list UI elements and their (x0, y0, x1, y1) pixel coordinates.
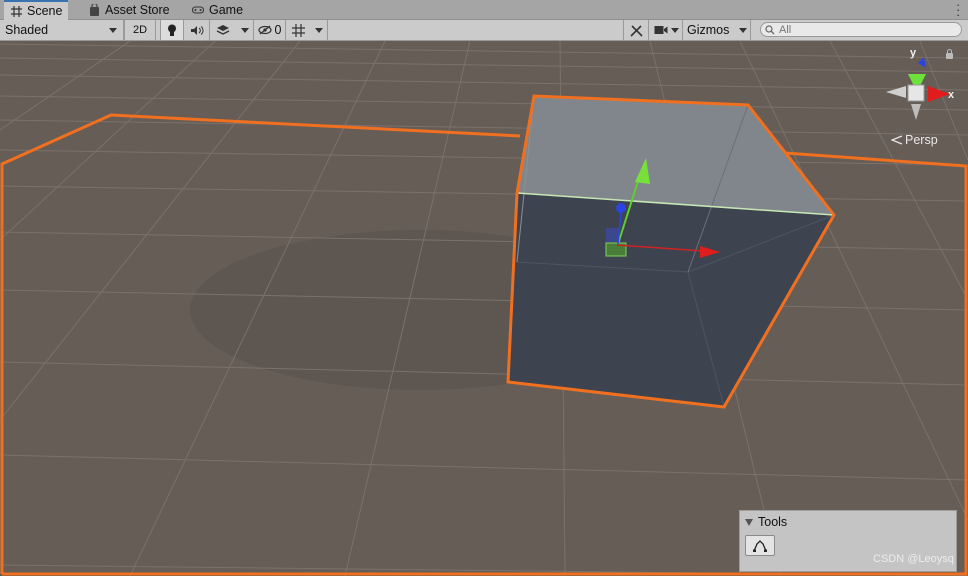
hidden-count: 0 (274, 23, 282, 37)
lightbulb-icon (168, 24, 176, 36)
grid-icon (10, 5, 22, 17)
projection-toggle[interactable]: Persp (891, 133, 938, 147)
speaker-icon (190, 25, 203, 35)
gizmos-dropdown[interactable] (735, 20, 751, 40)
chevron-down-icon (671, 28, 679, 33)
chevron-down-icon (739, 28, 747, 33)
scene-toolbar: Shaded 2D 0 Gizmos All (0, 20, 968, 41)
edit-collider-button[interactable] (745, 535, 775, 556)
chevron-down-icon (241, 28, 249, 33)
effects-dropdown[interactable] (236, 20, 254, 40)
grid-dropdown[interactable] (310, 20, 328, 40)
camera-icon (654, 26, 668, 34)
bag-icon (88, 3, 100, 16)
more-options-icon[interactable]: · · · (956, 0, 960, 21)
axis-y-label: y (910, 47, 917, 59)
hidden-eye-icon (257, 25, 272, 35)
tab-asset-store[interactable]: Asset Store (82, 0, 176, 19)
chevron-down-icon (315, 28, 323, 33)
tab-scene-label: Scene (27, 4, 63, 18)
draw-mode-label: Shaded (5, 23, 49, 37)
scene-viewport[interactable]: y x Persp (0, 41, 968, 576)
layers-icon (216, 25, 230, 35)
scene-search-input[interactable]: All (760, 22, 962, 37)
lighting-toggle[interactable] (160, 20, 184, 40)
editor-tab-bar: Scene Asset Store Game · · · (0, 0, 968, 21)
tools-overlay-title: Tools (758, 515, 788, 529)
search-icon (765, 24, 775, 34)
edit-shape-icon (753, 539, 767, 552)
draw-mode-dropdown[interactable]: Shaded (0, 20, 124, 40)
camera-settings-button[interactable] (649, 20, 683, 40)
tools-icon (629, 24, 643, 37)
tools-toggle[interactable] (623, 20, 649, 40)
projection-label: Persp (905, 133, 938, 147)
effects-toggle[interactable] (210, 20, 236, 40)
scene-visibility-toggle[interactable]: 0 (254, 20, 286, 40)
watermark-text: CSDN @Leoysq (873, 553, 954, 565)
tab-asset-store-label: Asset Store (105, 2, 170, 17)
gamepad-icon (192, 4, 204, 16)
axis-x-label: x (948, 89, 955, 101)
audio-toggle[interactable] (184, 20, 210, 40)
grid-toggle[interactable] (286, 20, 310, 40)
grid-snap-icon (291, 23, 305, 37)
chevron-down-icon (109, 28, 117, 33)
scene-canvas (0, 41, 968, 576)
toggle-2d-label: 2D (132, 24, 148, 36)
perspective-icon (891, 135, 903, 145)
collapse-triangle-icon[interactable] (745, 519, 753, 526)
search-placeholder: All (779, 23, 792, 36)
toggle-2d-button[interactable]: 2D (124, 20, 156, 40)
lock-icon[interactable] (946, 49, 953, 59)
tab-scene[interactable]: Scene (4, 0, 69, 20)
tab-game[interactable]: Game (186, 0, 249, 19)
gizmos-label: Gizmos (687, 23, 730, 37)
gizmos-button[interactable]: Gizmos (683, 20, 735, 40)
tab-game-label: Game (209, 2, 244, 17)
